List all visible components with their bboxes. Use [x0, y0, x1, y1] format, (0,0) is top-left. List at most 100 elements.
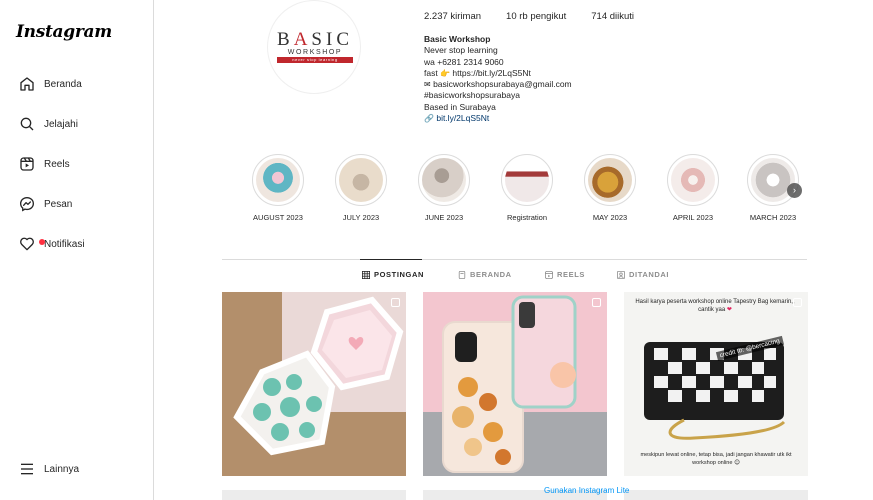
nav-home[interactable]: Beranda	[10, 69, 144, 99]
highlight-label: MAY 2023	[592, 213, 628, 222]
post-thumbnail-row2[interactable]	[222, 490, 406, 500]
bio-line: wa +6281 2314 9060	[424, 56, 504, 67]
post-thumbnail-phone-cases[interactable]	[423, 292, 607, 476]
highlight-cover	[422, 158, 466, 202]
smile-emoji-icon: 😊	[734, 459, 740, 466]
nav-home-label: Beranda	[44, 78, 82, 90]
profile-bio: Basic Workshop Never stop learning wa +6…	[424, 34, 572, 124]
post-thumbnail-tapestry-bag[interactable]: Hasil karya peserta workshop online Tape…	[624, 292, 808, 476]
multiple-images-icon	[793, 298, 802, 307]
highlight-june-2023[interactable]: JUNE 2023	[416, 154, 472, 222]
highlight-ring	[584, 154, 636, 206]
heart-emoji-icon: ❤	[726, 307, 732, 313]
notification-badge-dot	[39, 239, 45, 245]
use-instagram-lite-link[interactable]: Gunakan Instagram Lite	[544, 486, 629, 495]
bio-fast-link: https://bit.ly/2LqS5Nt	[452, 67, 531, 78]
bio-link: bit.ly/2LqS5Nt	[436, 113, 490, 124]
tab-posts-label: POSTINGAN	[374, 270, 424, 279]
envelope-icon: ✉	[424, 80, 431, 90]
tab-reels-label: REELS	[557, 270, 586, 279]
nav-explore-label: Jelajahi	[44, 118, 78, 130]
highlight-april-2023[interactable]: APRIL 2023	[665, 154, 721, 222]
post-caption-overlay: Hasil karya peserta workshop online Tape…	[635, 299, 795, 313]
post-thumbnail-row2[interactable]	[624, 490, 808, 500]
tab-reels[interactable]: REELS	[545, 270, 585, 279]
sidebar: Instagram Beranda Jelajahi Reels Pesan N…	[0, 0, 154, 500]
heart-icon	[14, 234, 45, 254]
highlight-cover	[505, 158, 549, 202]
grid-icon	[362, 270, 370, 279]
followers-count[interactable]: 10 rb pengikut	[506, 11, 566, 22]
highlight-label: JULY 2023	[342, 213, 380, 222]
highlight-label: MARCH 2023	[749, 213, 797, 222]
brand-logo: BASIC WORKSHOP never stop learning	[277, 29, 353, 63]
reels-tab-icon	[545, 270, 553, 279]
highlight-label: Registration	[506, 213, 548, 222]
nav-explore[interactable]: Jelajahi	[10, 109, 144, 139]
tab-tagged[interactable]: DITANDAI	[617, 270, 669, 279]
highlight-registration[interactable]: Registration	[499, 154, 555, 222]
post-footer-text: meskipun lewat online, tetap bisa, jadi …	[640, 452, 792, 466]
highlight-may-2023[interactable]: MAY 2023	[582, 154, 638, 222]
multiple-images-icon	[592, 298, 601, 307]
profile-name: Basic Workshop	[424, 34, 491, 44]
nav-messages[interactable]: Pesan	[10, 189, 144, 219]
bio-email-line: ✉ basicworkshopsurabaya@gmail.com	[424, 79, 572, 90]
profile-stats: 2.237 kiriman 10 rb pengikut 714 diikuti	[424, 11, 659, 22]
highlight-ring	[667, 154, 719, 206]
instagram-logo[interactable]: Instagram	[16, 22, 112, 42]
bio-hashtag[interactable]: #basicworkshopsurabaya	[424, 90, 572, 101]
tagged-icon	[617, 270, 625, 279]
brand-logo-subtitle: WORKSHOP	[287, 49, 343, 56]
highlight-july-2023[interactable]: JULY 2023	[333, 154, 389, 222]
highlight-ring	[501, 154, 553, 206]
menu-icon	[14, 459, 40, 479]
bio-fast-line: fast 👉 https://bit.ly/2LqS5Nt	[424, 67, 531, 78]
tab-posts[interactable]: POSTINGAN	[362, 270, 424, 279]
highlight-label: APRIL 2023	[672, 213, 714, 222]
brand-logo-wordmark: BASIC	[277, 29, 353, 50]
nav-more[interactable]: Lainnya	[10, 454, 144, 484]
highlight-ring	[252, 154, 304, 206]
highlight-ring	[335, 154, 387, 206]
highlight-cover	[588, 158, 632, 202]
highlight-cover	[339, 158, 383, 202]
nav-reels-label: Reels	[44, 158, 70, 170]
highlight-label: AUGUST 2023	[253, 213, 303, 222]
highlight-august-2023[interactable]: AUGUST 2023	[250, 154, 306, 222]
nav-notifications-label: Notifikasi	[44, 238, 85, 250]
nav-more-label: Lainnya	[44, 463, 80, 475]
highlight-cover	[671, 158, 715, 202]
reels-icon	[14, 154, 40, 174]
home-icon	[14, 74, 40, 94]
following-count[interactable]: 714 diikuti	[591, 11, 634, 22]
feed-icon	[458, 270, 466, 279]
profile-avatar[interactable]: BASIC WORKSHOP never stop learning	[267, 0, 361, 94]
brand-logo-tagline: never stop learning	[277, 57, 353, 63]
posts-count: 2.237 kiriman	[424, 11, 482, 22]
highlight-label: JUNE 2023	[424, 213, 464, 222]
active-tab-indicator	[360, 259, 422, 260]
bio-location: Based in Surabaya	[424, 101, 496, 112]
bio-line: Never stop learning	[424, 45, 498, 56]
nav-notifications[interactable]: Notifikasi	[10, 229, 144, 259]
bio-link-row[interactable]: 🔗 bit.ly/2LqS5Nt	[424, 113, 572, 124]
tab-feed-label: BERANDA	[470, 270, 512, 279]
bio-email: basicworkshopsurabaya@gmail.com	[433, 79, 572, 90]
multiple-images-icon	[391, 298, 400, 307]
highlight-ring	[418, 154, 470, 206]
nav-reels[interactable]: Reels	[10, 149, 144, 179]
tab-tagged-label: DITANDAI	[629, 270, 670, 279]
messenger-icon	[14, 194, 40, 214]
pointing-hand-icon: 👉	[440, 68, 451, 78]
tabs-divider	[222, 259, 807, 260]
nav-messages-label: Pesan	[44, 198, 73, 210]
post-thumbnail-resin-trays[interactable]	[222, 292, 406, 476]
link-icon: 🔗	[424, 114, 434, 124]
post-image	[222, 292, 406, 476]
highlights-next-button[interactable]: ›	[787, 183, 802, 198]
tab-feed[interactable]: BERANDA	[458, 270, 512, 279]
search-icon	[14, 114, 40, 134]
highlight-cover	[256, 158, 300, 202]
post-image	[423, 292, 607, 476]
